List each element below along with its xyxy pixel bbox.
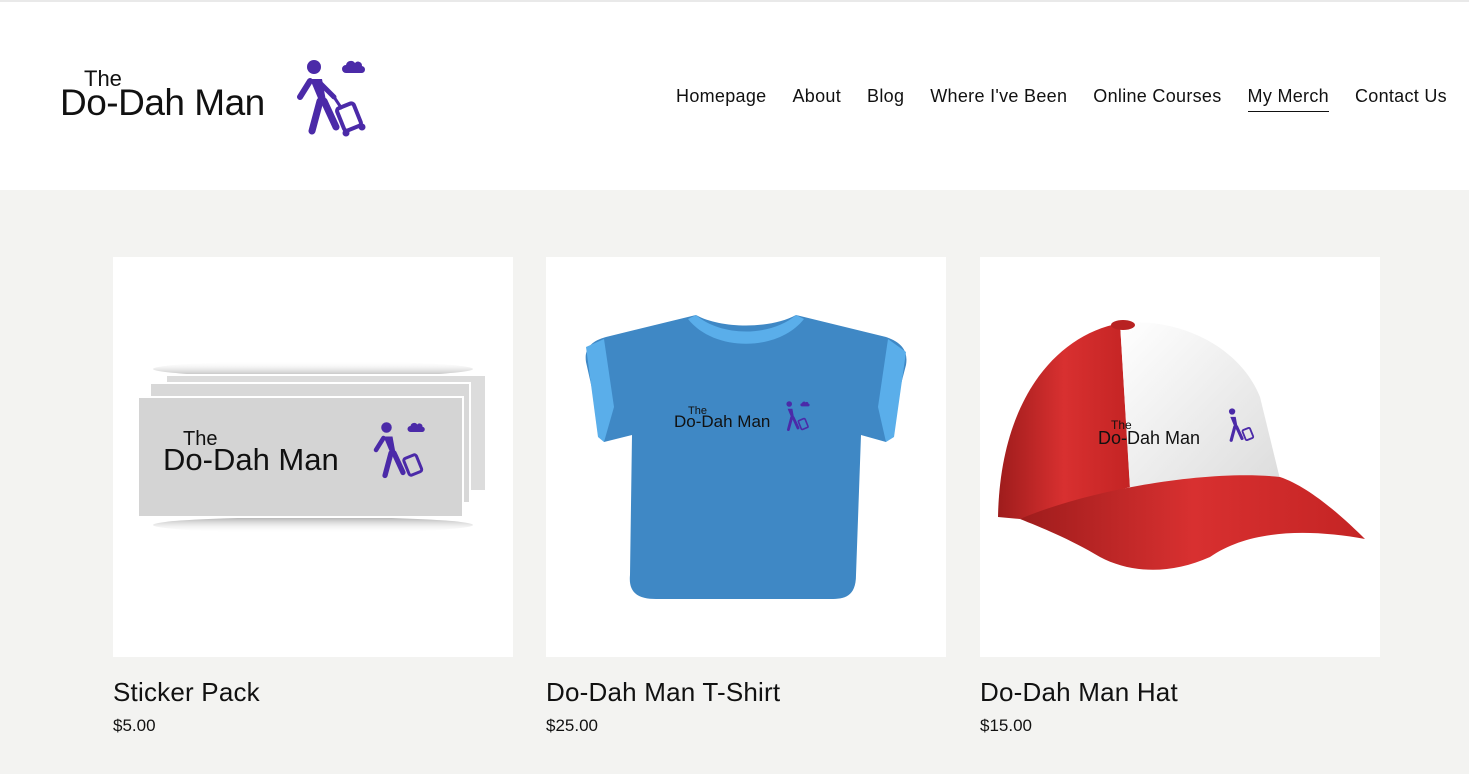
tshirt-graphic: The Do-Dah Man [585, 315, 907, 599]
main-nav: Homepage About Blog Where I've Been Onli… [676, 86, 1447, 112]
traveler-icon [297, 60, 366, 137]
nav-about[interactable]: About [792, 86, 841, 112]
nav-online-courses[interactable]: Online Courses [1093, 86, 1221, 112]
nav-where-ive-been[interactable]: Where I've Been [930, 86, 1067, 112]
site-header: The Do-Dah Man Homepage About Blog Where… [0, 2, 1469, 190]
product-card-hat[interactable]: The Do-Dah Man Do-Dah Man Hat $15.00 [980, 257, 1380, 736]
sticker-pack-graphic: The Do-Dah Man [137, 361, 487, 533]
product-card-tshirt[interactable]: The Do-Dah Man Do-Dah Man T-Shirt $25.00 [546, 257, 946, 736]
product-price: $15.00 [980, 716, 1032, 735]
product-price: $25.00 [546, 716, 598, 735]
product-price: $5.00 [113, 716, 156, 735]
tshirt-image[interactable]: The Do-Dah Man [546, 257, 946, 657]
product-title[interactable]: Do-Dah Man T-Shirt [546, 677, 946, 708]
nav-blog[interactable]: Blog [867, 86, 904, 112]
cap-image[interactable]: The Do-Dah Man [980, 257, 1380, 657]
product-title[interactable]: Do-Dah Man Hat [980, 677, 1380, 708]
svg-text:Do-Dah Man: Do-Dah Man [163, 442, 339, 477]
nav-homepage[interactable]: Homepage [676, 86, 766, 112]
nav-contact-us[interactable]: Contact Us [1355, 86, 1447, 112]
svg-text:Do-Dah Man: Do-Dah Man [674, 412, 770, 431]
sticker-pack-image[interactable]: The Do-Dah Man [113, 257, 513, 657]
nav-my-merch[interactable]: My Merch [1247, 86, 1329, 112]
product-card-sticker-pack[interactable]: The Do-Dah Man Sticker Pack $5.00 [113, 257, 513, 736]
svg-text:Do-Dah Man: Do-Dah Man [1098, 428, 1200, 448]
logo-text-main: Do-Dah Man [60, 82, 265, 123]
cap-graphic: The Do-Dah Man [998, 320, 1365, 570]
site-logo[interactable]: The Do-Dah Man [60, 57, 380, 142]
product-title[interactable]: Sticker Pack [113, 677, 513, 708]
